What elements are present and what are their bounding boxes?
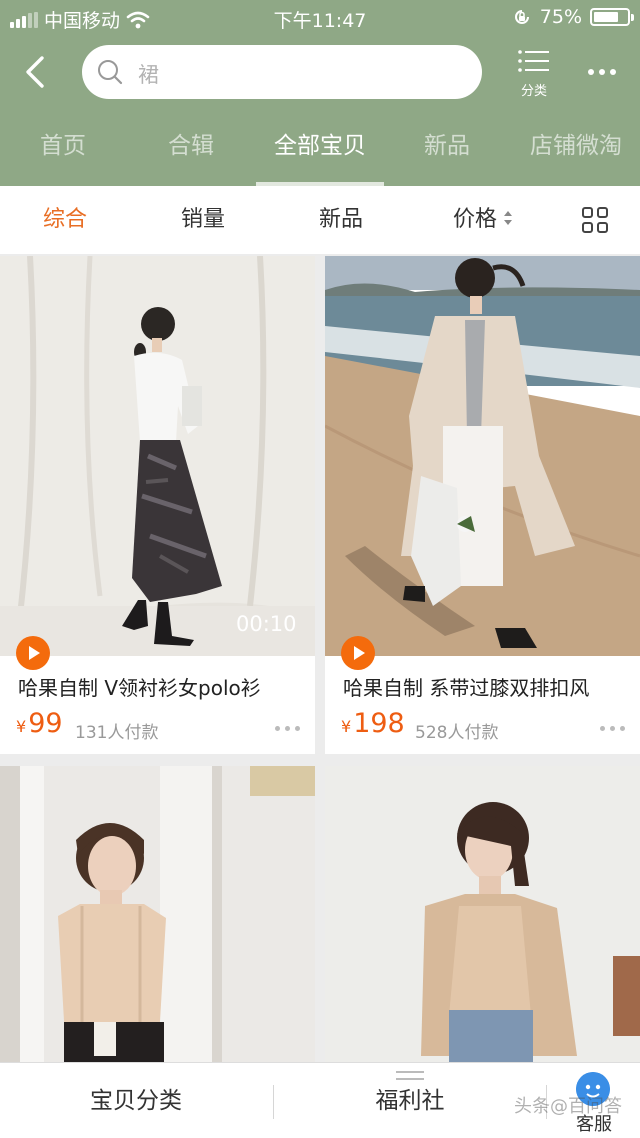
list-icon: [518, 50, 549, 72]
more-options-icon[interactable]: [275, 726, 301, 734]
battery-icon: [590, 8, 634, 26]
tab-collections[interactable]: 合辑: [152, 122, 230, 186]
sort-new[interactable]: 新品: [300, 186, 382, 254]
product-card[interactable]: [325, 766, 640, 1062]
more-options-icon[interactable]: [600, 726, 626, 734]
sold-count: 528人付款: [415, 723, 499, 743]
battery-percent: 75%: [539, 6, 582, 28]
shop-tabs: 首页 合辑 全部宝贝 新品 店铺微淘: [0, 122, 640, 186]
video-play-icon[interactable]: [16, 636, 50, 670]
category-button[interactable]: 分类: [510, 48, 558, 100]
sort-price[interactable]: 价格: [438, 186, 528, 254]
product-price: ¥99: [16, 708, 63, 739]
search-icon: [98, 60, 123, 85]
product-title: 哈果自制 系带过膝双排扣风: [343, 676, 590, 700]
price-value: 198: [353, 708, 405, 739]
sort-comprehensive[interactable]: 综合: [24, 186, 106, 254]
currency-symbol: ¥: [16, 717, 27, 736]
product-card[interactable]: 哈果自制 系带过膝双排扣风 ¥198 528人付款: [325, 256, 640, 754]
price-value: 99: [28, 708, 63, 739]
search-placeholder: 裙: [138, 63, 159, 87]
grid-view-icon[interactable]: [582, 207, 610, 235]
shop-header: 中国移动 下午11:47 75% 裙 分类 首页 合辑 全部宝贝 新品 店铺微淘: [0, 0, 640, 186]
video-duration: 00:10: [236, 612, 297, 636]
product-image: [325, 256, 640, 656]
video-play-icon[interactable]: [341, 636, 375, 670]
tab-shop-posts[interactable]: 店铺微淘: [520, 122, 632, 186]
product-image: [0, 766, 315, 1062]
currency-symbol: ¥: [341, 717, 352, 736]
item-category-button[interactable]: 宝贝分类: [0, 1063, 272, 1138]
welfare-club-button[interactable]: 福利社: [274, 1063, 546, 1138]
tab-new[interactable]: 新品: [408, 122, 486, 186]
product-price: ¥198: [341, 708, 405, 739]
sort-sales[interactable]: 销量: [162, 186, 244, 254]
customer-service-label: 客服: [576, 1114, 612, 1135]
product-image: [0, 256, 315, 656]
product-image: [325, 766, 640, 1062]
product-title: 哈果自制 V领衬衫女polo衫: [18, 676, 261, 700]
status-bar: 中国移动 下午11:47 75%: [0, 0, 640, 36]
sold-count: 131人付款: [75, 723, 159, 743]
category-label: 分类: [520, 84, 547, 99]
product-card[interactable]: [0, 766, 315, 1062]
tab-all-items[interactable]: 全部宝贝: [256, 122, 384, 186]
orientation-lock-icon: [514, 10, 529, 24]
sort-arrows-icon: [504, 211, 512, 225]
more-icon[interactable]: [580, 58, 624, 86]
tab-home[interactable]: 首页: [24, 122, 102, 186]
search-input[interactable]: 裙: [82, 45, 482, 99]
product-card[interactable]: 00:10 哈果自制 V领衬衫女polo衫 ¥99 131人付款: [0, 256, 315, 754]
back-arrow-icon[interactable]: [18, 50, 58, 94]
customer-service-button[interactable]: 头条@百问答 客服: [514, 1062, 640, 1138]
sort-bar: 综合 销量 新品 价格: [0, 186, 640, 254]
